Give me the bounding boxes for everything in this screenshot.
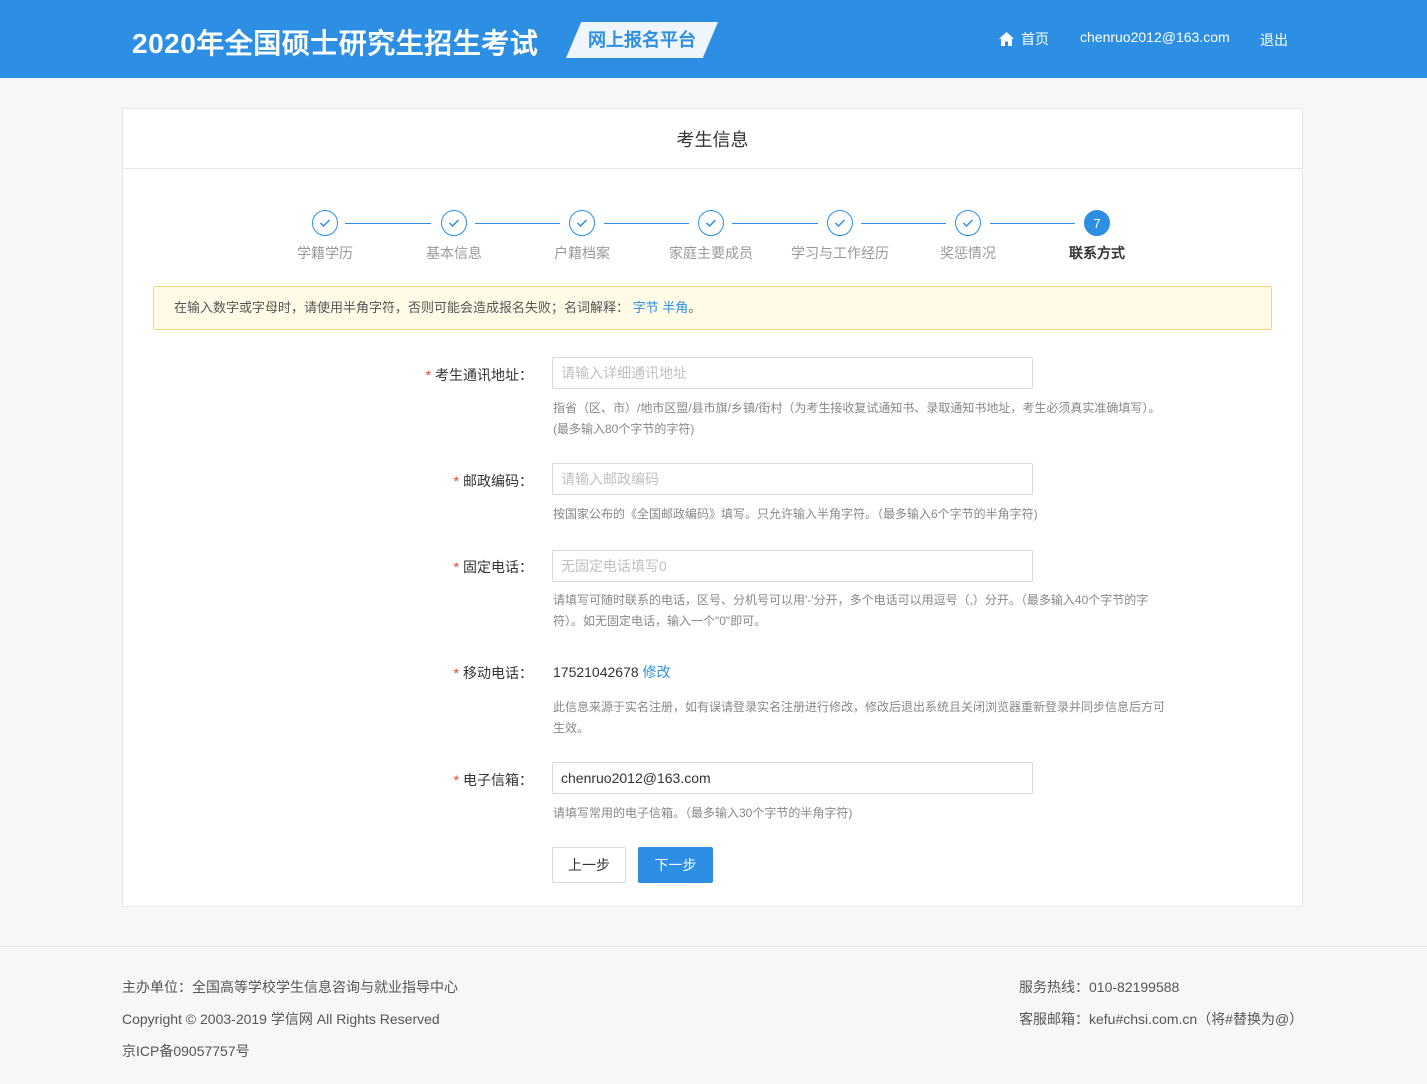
page-footer: 主办单位：全国高等学校学生信息咨询与就业指导中心 Copyright © 200… <box>0 946 1427 1084</box>
step-label: 学籍学历 <box>297 245 353 261</box>
email-label-text: 电子信箱： <box>463 772 533 788</box>
landline-label-text: 固定电话： <box>463 559 533 575</box>
step-label: 奖惩情况 <box>940 245 996 261</box>
address-input[interactable] <box>552 357 1033 389</box>
address-label-text: 考生通讯地址： <box>435 367 533 383</box>
logout-link[interactable]: 退出 <box>1260 30 1288 50</box>
notice-suffix: 。 <box>688 300 702 315</box>
check-icon <box>955 210 981 236</box>
check-icon <box>441 210 467 236</box>
email-label: * 电子信箱： <box>233 770 533 790</box>
candidate-info-card: 考生信息 学籍学历 基本信息 户籍档案 家庭主要成员 学习与工作经历 奖惩情况 … <box>122 108 1303 907</box>
card-title: 考生信息 <box>123 109 1302 169</box>
postcode-label: * 邮政编码： <box>233 471 533 491</box>
required-mark: * <box>425 367 431 383</box>
mobile-edit-link[interactable]: 修改 <box>643 664 671 680</box>
check-icon <box>569 210 595 236</box>
step-1: 学籍学历 <box>275 210 375 263</box>
footer-icp[interactable]: 京ICP备09057757号 <box>122 1041 250 1061</box>
step-label: 户籍档案 <box>554 245 610 261</box>
footer-copyright: Copyright © 2003-2019 学信网 All Rights Res… <box>122 1011 440 1027</box>
footer-hotline: 服务热线：010-82199588 <box>1019 979 1180 995</box>
step-4: 家庭主要成员 <box>661 210 761 263</box>
notice-text: 在输入数字或字母时，请使用半角字符，否则可能会造成报名失败；名词解释： <box>174 300 630 315</box>
postcode-label-text: 邮政编码： <box>463 473 533 489</box>
landline-help: 请填写可随时联系的电话，区号、分机号可以用'-'分开，多个电话可以用逗号（,）分… <box>553 593 1149 628</box>
byte-definition-link[interactable]: 字节 <box>633 300 659 315</box>
check-icon <box>312 210 338 236</box>
email-help: 请填写常用的电子信箱。（最多输入30个字节的半角字符) <box>553 806 853 820</box>
halfwidth-definition-link[interactable]: 半角 <box>662 300 688 315</box>
home-icon <box>999 32 1014 46</box>
step-6: 奖惩情况 <box>918 210 1018 263</box>
step-label: 学习与工作经历 <box>791 245 889 261</box>
previous-step-button[interactable]: 上一步 <box>552 847 626 883</box>
check-icon <box>698 210 724 236</box>
step-2: 基本信息 <box>404 210 504 263</box>
step-5: 学习与工作经历 <box>790 210 890 263</box>
required-mark: * <box>453 473 459 489</box>
mobile-number: 17521042678 <box>553 664 639 680</box>
footer-service-email: 客服邮箱：kefu#chsi.com.cn（将#替换为@） <box>1019 1011 1304 1027</box>
mobile-label: * 移动电话： <box>233 663 533 683</box>
next-step-button[interactable]: 下一步 <box>638 847 713 883</box>
address-help: 指省（区、市）/地市区盟/县市旗/乡镇/街村（为考生接收复试通知书、录取通知书地… <box>553 401 1161 436</box>
landline-label: * 固定电话： <box>233 557 533 577</box>
user-email[interactable]: chenruo2012@163.com <box>1080 29 1230 45</box>
site-title: 2020年全国硕士研究生招生考试 <box>132 28 539 59</box>
footer-sponsor: 主办单位：全国高等学校学生信息咨询与就业指导中心 <box>122 979 458 995</box>
mobile-value-row: 17521042678 修改 <box>553 662 671 682</box>
mobile-label-text: 移动电话： <box>463 665 533 681</box>
top-header: 2020年全国硕士研究生招生考试 网上报名平台 首页 chenruo2012@1… <box>0 0 1427 78</box>
step-label: 基本信息 <box>426 245 482 261</box>
required-mark: * <box>453 559 459 575</box>
postcode-help: 按国家公布的《全国邮政编码》填写。只允许输入半角字符。（最多输入6个字节的半角字… <box>553 507 1038 521</box>
step-label: 联系方式 <box>1069 245 1125 261</box>
email-input[interactable] <box>552 762 1033 794</box>
step-number: 7 <box>1084 210 1110 236</box>
platform-badge-label: 网上报名平台 <box>588 30 696 50</box>
required-mark: * <box>453 772 459 788</box>
postcode-input[interactable] <box>552 463 1033 495</box>
halfwidth-notice: 在输入数字或字母时，请使用半角字符，否则可能会造成报名失败；名词解释： 字节 半… <box>153 286 1272 330</box>
home-link[interactable]: 首页 <box>998 28 1049 50</box>
required-mark: * <box>453 665 459 681</box>
step-3: 户籍档案 <box>532 210 632 263</box>
step-7-current: 7 联系方式 <box>1047 210 1147 263</box>
step-label: 家庭主要成员 <box>669 245 753 261</box>
mobile-help: 此信息来源于实名注册，如有误请登录实名注册进行修改，修改后退出系统且关闭浏览器重… <box>553 700 1166 735</box>
check-icon <box>827 210 853 236</box>
landline-input[interactable] <box>552 550 1033 582</box>
address-label: * 考生通讯地址： <box>233 365 533 385</box>
home-link-label: 首页 <box>1021 31 1049 47</box>
platform-badge: 网上报名平台 <box>566 22 718 58</box>
